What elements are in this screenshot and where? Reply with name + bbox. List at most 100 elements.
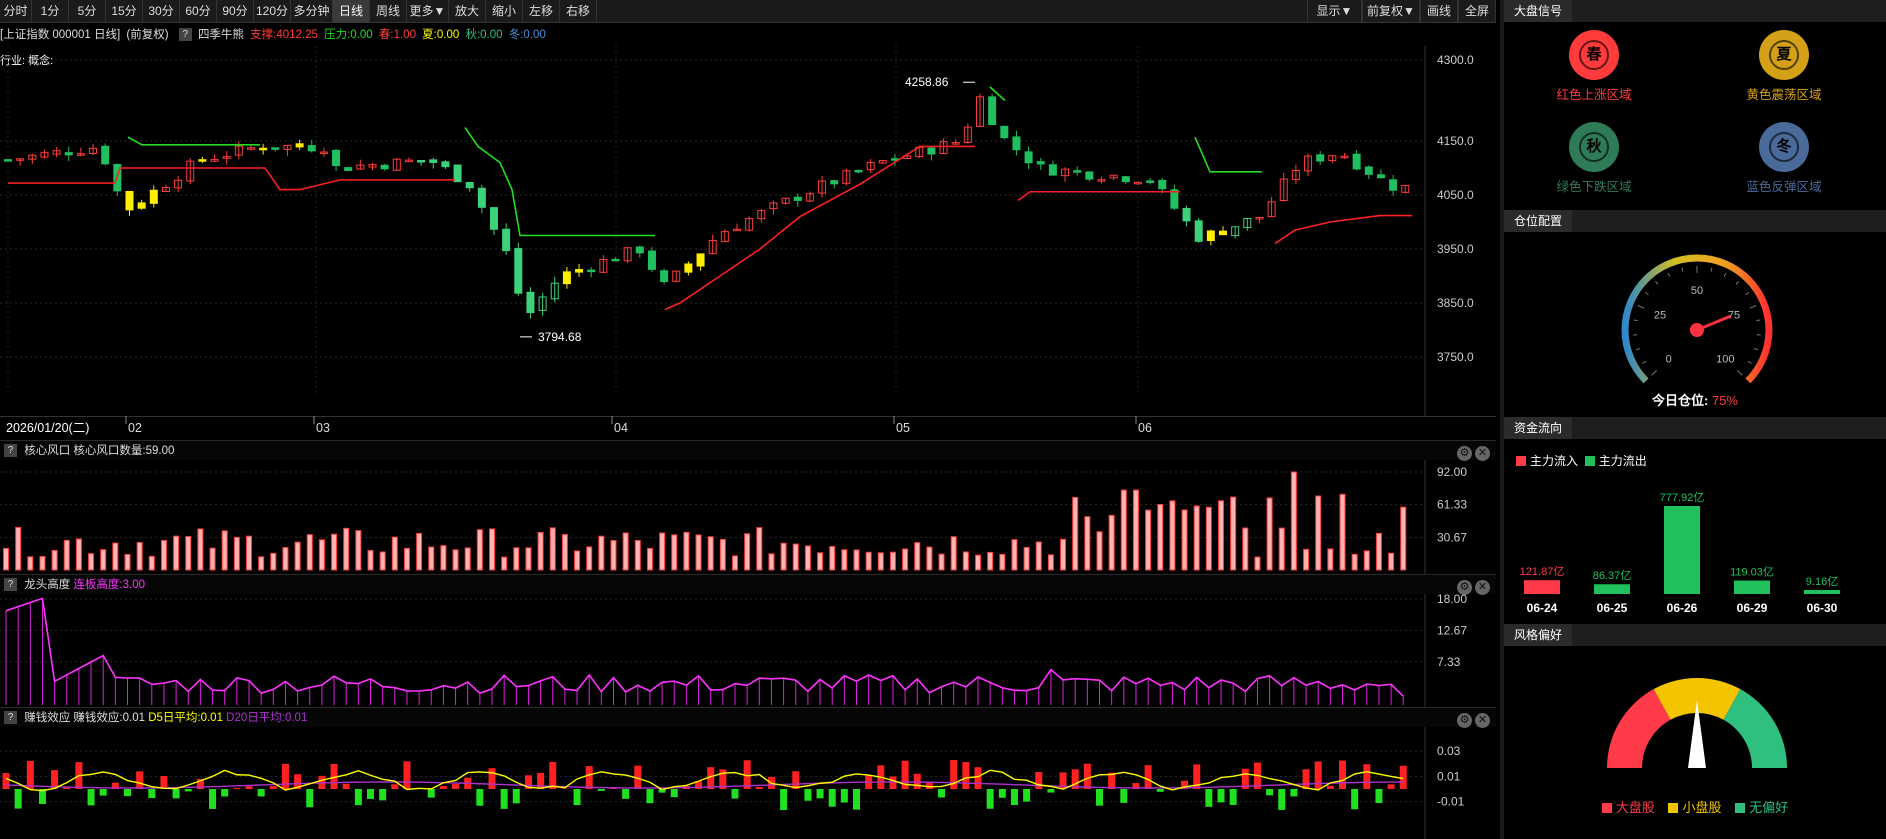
symbol-label: [上证指数 000001 日线]: [0, 29, 121, 41]
theme-bar: [732, 555, 738, 571]
candle-body: [1389, 179, 1398, 191]
theme-bar: [367, 549, 374, 571]
theme-bar: [221, 530, 228, 571]
theme-bar: [428, 546, 435, 571]
theme-bar: [197, 528, 204, 571]
fund-flow-chart: 121.87亿 06-24 86.37亿 06-25 777.92亿 06-26 119.0…: [1520, 491, 1840, 615]
profit-bar: [281, 763, 289, 789]
gauge-tick-label: 50: [1691, 285, 1703, 297]
flow-header: 资金流向: [1504, 417, 1886, 439]
theme-bar: [549, 527, 556, 571]
help-icon[interactable]: ?: [4, 444, 17, 458]
period-button[interactable]: 周线: [370, 0, 407, 23]
theme-bar: [768, 553, 775, 571]
period-button[interactable]: 1分: [32, 0, 69, 23]
candle-body: [927, 147, 936, 155]
gear-icon[interactable]: ⚙: [1457, 446, 1472, 461]
right-panel: 大盘信号 春红色上涨区域夏黄色震荡区域秋绿色下跌区域冬蓝色反弹区域 仓位配置 0…: [1500, 0, 1886, 839]
toolbar-option-button[interactable]: 画线: [1420, 0, 1458, 23]
support-line: [1017, 190, 1180, 202]
period-toolbar: 分时 1分 5分 15分 30分 60分 90分 120分 多分钟 日线 周线 更多▼ 放大 缩小 左移 右移…: [0, 0, 1496, 23]
period-button[interactable]: 放大: [449, 0, 486, 23]
period-button[interactable]: 5分: [69, 0, 106, 23]
period-button[interactable]: 缩小: [486, 0, 523, 23]
help-icon[interactable]: ?: [178, 28, 192, 42]
close-icon[interactable]: ✕: [1475, 580, 1490, 595]
gauge-tick: [1655, 281, 1659, 285]
period-button[interactable]: 30分: [143, 0, 180, 23]
candle-body: [332, 149, 341, 167]
toolbar-option-button[interactable]: 前复权▼: [1362, 0, 1420, 23]
profit-bar: [1302, 769, 1310, 789]
gauge-tick-label: 100: [1716, 353, 1734, 365]
profit-bar: [500, 789, 508, 809]
theme-bar: [1242, 527, 1249, 571]
profit-bar: [1278, 789, 1286, 810]
position-gauge: 0255075100: [1621, 254, 1773, 384]
help-icon[interactable]: ?: [4, 578, 17, 592]
help-icon[interactable]: ?: [4, 711, 17, 725]
signal-header: 大盘信号: [1504, 0, 1886, 22]
month-label: 06: [1138, 421, 1152, 435]
profit-bar: [367, 789, 374, 799]
theme-bar: [452, 549, 459, 571]
theme-bar: [525, 547, 532, 571]
period-button[interactable]: 多分钟: [291, 0, 333, 23]
profit-bar: [1266, 789, 1274, 796]
profit-bar: [585, 766, 593, 789]
theme-bar: [464, 547, 471, 571]
profit-bar: [1010, 789, 1018, 805]
profit-bar: [1217, 789, 1225, 803]
candle-body: [587, 269, 596, 273]
candle-body: [149, 189, 158, 204]
candle-body: [830, 180, 839, 185]
gear-icon[interactable]: ⚙: [1457, 713, 1472, 728]
panel-profit-title: 赚钱效应: [24, 712, 71, 724]
panel-core-title: 核心风口: [24, 445, 71, 457]
candle-body: [259, 147, 268, 151]
profit-bar: [221, 789, 229, 797]
period-button[interactable]: 左移: [523, 0, 560, 23]
flow-bar: [1734, 580, 1770, 594]
season-glyph: 秋: [1579, 132, 1609, 162]
indicator-info-line: [上证指数 000001 日线] (前复权) ? 四季牛熊 支撑:4012.25…: [0, 24, 1496, 46]
flow-legend: 主力流入 主力流出: [1516, 452, 1647, 469]
gear-icon[interactable]: ⚙: [1457, 580, 1472, 595]
gauge-tick: [1756, 319, 1761, 322]
profit-bar: [1156, 789, 1164, 792]
season-signal: 秋绿色下跌区域: [1524, 122, 1664, 195]
profit-bar: [1387, 784, 1395, 789]
theme-bar: [100, 549, 107, 571]
period-button[interactable]: 右移: [560, 0, 597, 23]
period-button[interactable]: 120分: [254, 0, 291, 23]
period-button[interactable]: 15分: [106, 0, 143, 23]
theme-bar: [343, 527, 350, 571]
candle-body: [696, 253, 705, 267]
period-button[interactable]: 60分: [180, 0, 217, 23]
theme-bar: [1205, 506, 1212, 571]
flow-date-label: 06-25: [1597, 601, 1628, 615]
period-button[interactable]: 更多▼: [407, 0, 449, 23]
candle-body: [1352, 153, 1361, 170]
period-button[interactable]: 日线: [333, 0, 370, 23]
theme-bar: [659, 532, 666, 571]
profit-bar: [26, 760, 34, 789]
candle-body: [793, 196, 802, 201]
candle-body: [1376, 174, 1385, 179]
period-button[interactable]: 90分: [217, 0, 254, 23]
period-button[interactable]: 分时: [0, 0, 32, 23]
theme-bar: [987, 551, 994, 571]
toolbar-option-button[interactable]: 全屏: [1458, 0, 1496, 23]
candle-body: [1364, 166, 1373, 175]
candlestick-chart[interactable]: 4300.0 4150.0 4050.0 3950.0 3850.0 3750.0 4258…: [0, 46, 1496, 416]
flow-value-label: 121.87亿: [1520, 565, 1565, 578]
profit-bar: [1205, 789, 1213, 807]
toolbar-option-button[interactable]: 显示▼: [1307, 0, 1362, 23]
candle-body: [1182, 208, 1191, 222]
theme-bar: [124, 553, 131, 571]
theme-bar: [1315, 495, 1322, 571]
price-tick: 4300.0: [1437, 53, 1474, 67]
style-gauge: [1607, 678, 1787, 768]
close-icon[interactable]: ✕: [1475, 713, 1490, 728]
close-icon[interactable]: ✕: [1475, 446, 1490, 461]
